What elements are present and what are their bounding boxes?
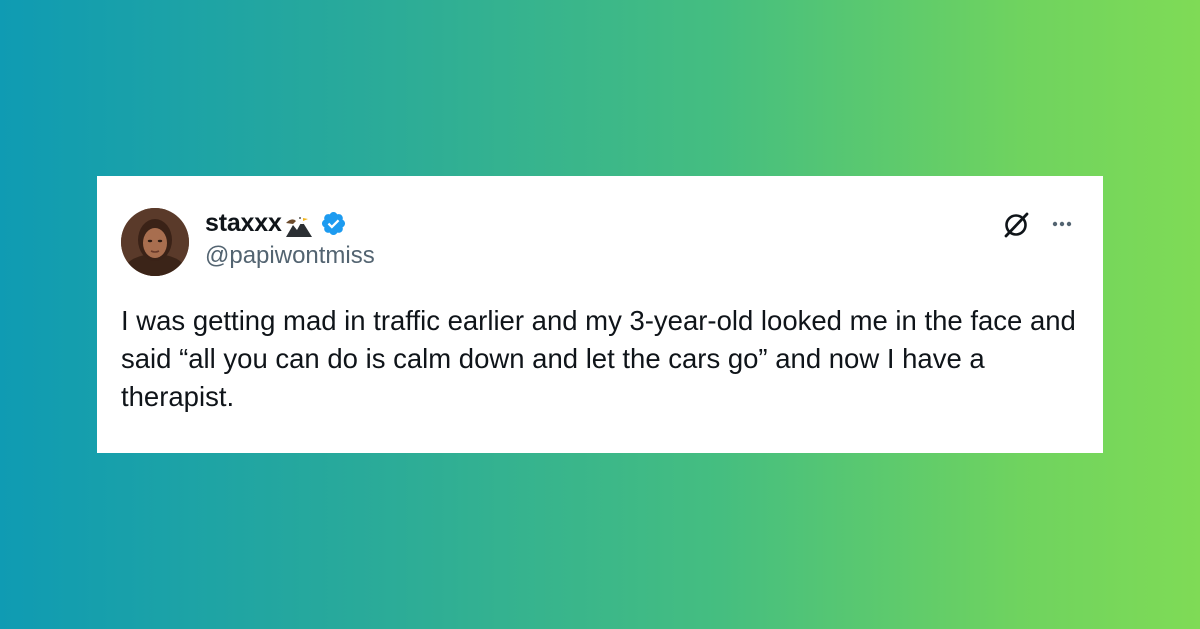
tweet-card[interactable]: staxxx @papiwontmiss I was getting mad i… — [97, 176, 1103, 453]
handle[interactable]: @papiwontmiss — [205, 242, 375, 270]
avatar[interactable] — [121, 208, 189, 276]
grok-icon[interactable] — [1001, 210, 1031, 240]
tweet-text: I was getting mad in traffic earlier and… — [121, 305, 1076, 412]
name-row: staxxx — [205, 206, 347, 240]
eagle-emoji-icon — [284, 211, 314, 239]
display-name[interactable]: staxxx — [205, 209, 282, 238]
more-icon[interactable] — [1047, 212, 1077, 236]
verified-badge-icon — [320, 210, 347, 237]
